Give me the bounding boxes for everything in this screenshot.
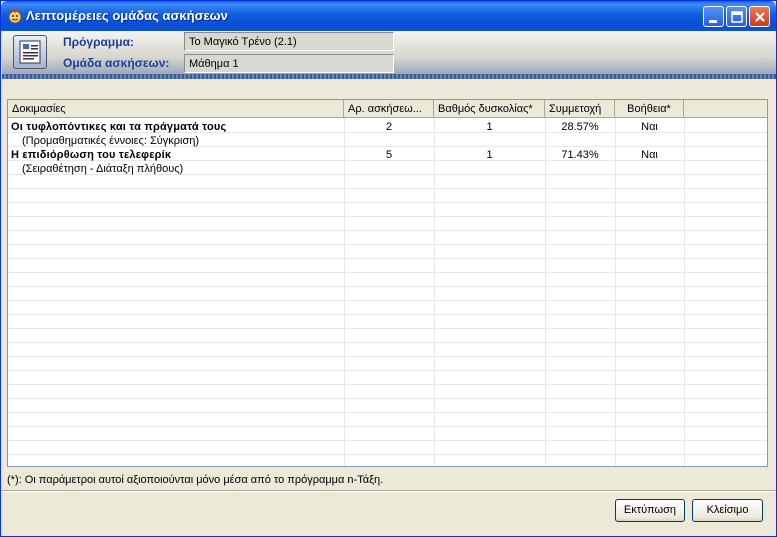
close-button[interactable]: Κλείσιμο xyxy=(692,499,763,522)
header-stripe xyxy=(2,74,776,79)
table-row-2-help: Ναι xyxy=(641,149,658,161)
table-row-2-name[interactable]: Η επιδιόρθωση του τελεφερίκ xyxy=(11,149,171,161)
grid-row-line xyxy=(8,230,767,231)
grid-row-line xyxy=(8,356,767,357)
table-row-1-name[interactable]: Οι τυφλοπόντικες και τα πράγματά τους xyxy=(11,121,226,133)
grid-row-line xyxy=(8,328,767,329)
grid-column-line xyxy=(545,118,546,466)
grid-row-line xyxy=(8,412,767,413)
grid-column-line xyxy=(434,118,435,466)
print-button[interactable]: Εκτύπωση xyxy=(615,499,685,522)
grid-row-line xyxy=(8,384,767,385)
table-row-2-exercises: 5 xyxy=(385,149,393,161)
grid-column-line xyxy=(684,118,685,466)
grid-row-line xyxy=(8,216,767,217)
column-header-empty xyxy=(684,100,767,118)
grid-column-line xyxy=(344,118,345,466)
exercise-group-field: Μάθημα 1 xyxy=(184,54,394,73)
minimize-icon xyxy=(709,20,717,23)
column-header-tests[interactable]: Δοκιμασίες xyxy=(8,100,344,118)
program-field: Το Μαγικό Τρένο (2.1) xyxy=(184,32,394,51)
details-window: Λεπτομέρειες ομάδας ασκήσεων Πρόγραμμα: … xyxy=(0,0,777,537)
close-icon xyxy=(755,12,765,22)
exercise-group-label: Ομάδα ασκήσεων: xyxy=(63,56,170,70)
maximize-icon xyxy=(731,11,743,23)
grid-row-line xyxy=(8,370,767,371)
column-header-participation[interactable]: Συμμετοχή xyxy=(545,100,615,118)
grid-row-line xyxy=(8,188,767,189)
grid-row-line xyxy=(8,300,767,301)
grid-column-line xyxy=(615,118,616,466)
maximize-button[interactable] xyxy=(726,6,747,27)
grid-row-line xyxy=(8,454,767,455)
grid-row-line xyxy=(8,342,767,343)
grid-row-line xyxy=(8,426,767,427)
grid-row-line xyxy=(8,440,767,441)
exercises-table[interactable]: Δοκιμασίες Αρ. ασκήσεω... Βαθμός δυσκολί… xyxy=(7,99,768,467)
table-row-1-category: (Προμαθηματικές έννοιες: Σύγκριση) xyxy=(22,135,200,147)
column-header-help[interactable]: Βοήθεια* xyxy=(615,100,684,118)
minimize-button[interactable] xyxy=(703,6,724,27)
program-label: Πρόγραμμα: xyxy=(63,35,134,49)
close-window-button[interactable] xyxy=(749,6,770,27)
table-row-1-exercises: 2 xyxy=(385,121,393,133)
footnote: (*): Οι παράμετροι αυτοί αξιοποιούνται μ… xyxy=(7,474,384,486)
grid-row-line xyxy=(8,258,767,259)
grid-row-line xyxy=(8,398,767,399)
footer-divider xyxy=(1,490,776,492)
table-row-2-difficulty: 1 xyxy=(486,149,493,161)
grid-row-line xyxy=(8,202,767,203)
grid-row-line xyxy=(8,244,767,245)
table-row-2-participation: 71.43% xyxy=(561,149,599,161)
table-row-1-difficulty: 1 xyxy=(486,121,493,133)
column-header-exercise-count[interactable]: Αρ. ασκήσεω... xyxy=(344,100,434,118)
grid-row-line xyxy=(8,286,767,287)
title-bar[interactable]: Λεπτομέρειες ομάδας ασκήσεων xyxy=(1,1,776,31)
table-row-1-help: Ναι xyxy=(641,121,658,133)
window-title: Λεπτομέρειες ομάδας ασκήσεων xyxy=(26,8,228,23)
exercise-group-icon xyxy=(13,35,47,69)
grid-row-line xyxy=(8,314,767,315)
table-row-1-participation: 28.57% xyxy=(561,121,599,133)
column-header-difficulty[interactable]: Βαθμός δυσκολίας* xyxy=(434,100,545,118)
table-row-2-category: (Σειραθέτηση - Διάταξη πλήθους) xyxy=(22,163,184,175)
app-window-icon xyxy=(7,8,23,24)
grid-row-line xyxy=(8,272,767,273)
